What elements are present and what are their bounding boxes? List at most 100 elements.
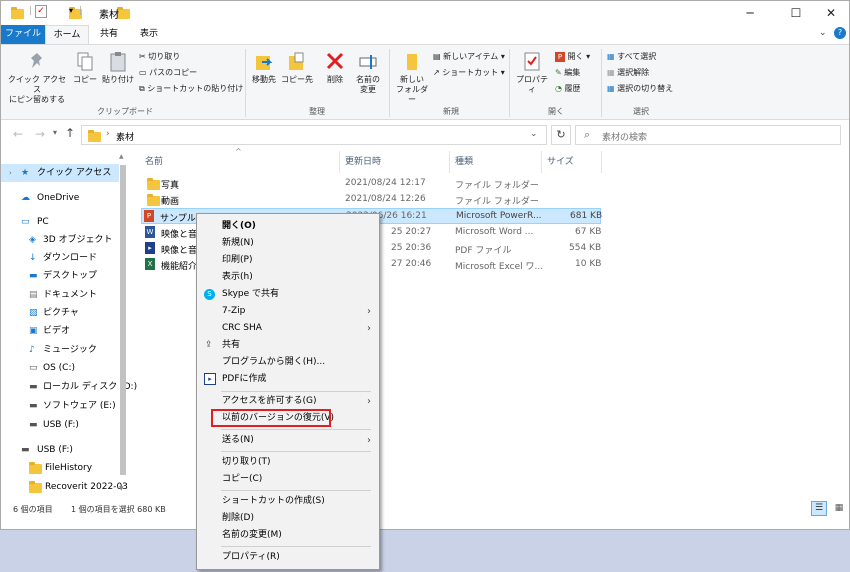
close-button[interactable]: ✕ [816,4,846,22]
edit-icon: ✎ [555,68,565,77]
cube-icon: ◈ [29,235,36,245]
menu-item-crc-sha[interactable]: CRC SHA › [197,320,379,337]
menu-item-open-with[interactable]: プログラムから開く(H)... [197,354,379,371]
back-arrow-icon[interactable]: ← [13,127,23,141]
new-item-button[interactable]: ▤ 新しいアイテム ▾ [433,51,505,62]
column-header-date[interactable]: 更新日時 [345,154,381,167]
menu-item-cut[interactable]: 切り取り(T) [197,454,379,471]
refresh-icon[interactable]: ↻ [551,125,571,145]
column-header-name[interactable]: 名前 [145,154,163,167]
menu-item-give-access-label: アクセスを許可する(G) [222,396,317,406]
music-note-icon: ♪ [29,345,35,355]
copy-button[interactable]: コピー [73,51,97,85]
move-to-button[interactable]: 移動先 [249,51,279,85]
easy-access-button[interactable]: ↗ ショートカット ▾ [433,67,505,78]
tab-file[interactable]: ファイル [1,25,45,44]
pin-quick-access-button[interactable]: クイック アクセス にピン留めする [5,51,69,105]
tab-share[interactable]: 共有 [91,25,127,44]
nav-item-quick-access[interactable]: › ★ クイック アクセス [1,164,119,182]
tab-view[interactable]: 表示 [131,25,167,44]
search-box[interactable]: ⌕ 素材の検索 [575,125,841,145]
column-header-type[interactable]: 種類 [455,154,473,167]
collapse-chevron-icon[interactable]: › [9,164,12,182]
menu-item-7zip[interactable]: 7-Zip › [197,303,379,320]
group-divider [509,49,510,117]
shortcut-label: ショートカット [442,68,499,77]
powerpoint-icon: P [555,52,565,62]
menu-item-skype[interactable]: S Skype で共有 [197,286,379,303]
invert-selection-button[interactable]: ▦ 選択の切り替え [607,83,673,94]
column-divider[interactable] [339,151,340,173]
copy-path-button[interactable]: ▭ パスのコピー [139,67,197,78]
open-button[interactable]: P 開く ▾ [555,51,590,62]
delete-button[interactable]: 削除 [321,51,349,85]
customize-toolbar-icon[interactable]: ▾ [69,6,73,15]
menu-item-give-access[interactable]: アクセスを許可する(G) › [197,393,379,410]
column-divider[interactable] [541,151,542,173]
history-button[interactable]: ◔ 履歴 [555,83,581,94]
menu-item-send-to[interactable]: 送る(N) › [197,432,379,449]
paste-shortcut-button[interactable]: ⧉ ショートカットの貼り付け [139,83,243,94]
menu-item-properties[interactable]: プロパティ(R) [197,549,379,566]
edit-button[interactable]: ✎ 編集 [555,67,580,78]
details-view-icon[interactable]: ☰ [811,501,827,516]
context-menu: 開く(O) 新規(N) 印刷(P) 表示(h) S Skype で共有 7-Zi… [196,213,380,570]
menu-item-show[interactable]: 表示(h) [197,269,379,286]
forward-arrow-icon[interactable]: → [35,127,45,141]
column-divider[interactable] [601,151,602,173]
group-divider [389,49,390,117]
scroll-thumb[interactable] [120,165,126,475]
file-name: 機能紹介 [161,262,198,272]
select-all-button[interactable]: ▦ すべて選択 [607,51,656,62]
rename-button[interactable]: 名前の 変更 [351,51,385,95]
copy-label: コピー [73,75,97,84]
column-divider[interactable] [449,151,450,173]
address-bar[interactable]: › 素材 ⌄ [81,125,547,145]
menu-item-print[interactable]: 印刷(P) [197,252,379,269]
expand-ribbon-icon[interactable]: ⌄ [819,28,827,38]
new-folder-button[interactable]: 新しい フォルダー [393,51,431,105]
new-item-label: 新しいアイテム [443,52,499,61]
copy-to-button[interactable]: コピー先 [281,51,313,85]
select-none-button[interactable]: ▦ 選択解除 [607,67,649,78]
new-folder-label: 新しい フォルダー [396,75,428,104]
minimize-button[interactable]: ─ [735,4,765,22]
file-size: 681 KB [570,211,603,221]
up-arrow-icon[interactable]: ↑ [65,126,75,140]
menu-item-copy[interactable]: コピー(C) [197,471,379,488]
new-item-icon: ▤ [433,52,444,61]
scroll-down-icon[interactable]: ▼ [119,485,124,492]
file-size: 554 KB [569,243,602,253]
folder-icon [29,481,42,493]
column-header-size[interactable]: サイズ [547,154,574,167]
folder-icon [88,130,101,142]
recent-locations-icon[interactable]: ▾ [53,128,57,137]
nav-label: デスクトップ [43,271,98,281]
menu-item-share[interactable]: ⇪ 共有 [197,337,379,354]
menu-item-create-shortcut[interactable]: ショートカットの作成(S) [197,493,379,510]
new-folder-icon [407,54,417,70]
select-group-label: 選択 [633,107,649,116]
address-dropdown-icon[interactable]: ⌄ [530,129,538,139]
menu-item-open[interactable]: 開く(O) [197,218,379,235]
menu-item-new[interactable]: 新規(N) [197,235,379,252]
search-icon: ⌕ [584,128,591,141]
open-group-label: 開く [548,107,564,116]
file-row[interactable]: 写真 2021/08/24 12:17 ファイル フォルダー [141,176,601,192]
highlight-box [211,409,331,427]
menu-item-create-pdf[interactable]: ▸ PDFに作成 [197,371,379,388]
properties-icon[interactable]: ✓ [35,5,47,18]
maximize-button[interactable]: ☐ [781,4,811,22]
scroll-up-icon[interactable]: ▲ [119,153,124,160]
tab-home[interactable]: ホーム [45,25,89,44]
menu-item-delete[interactable]: 削除(D) [197,510,379,527]
file-row[interactable]: 動画 2021/08/24 12:26 ファイル フォルダー [141,192,601,208]
menu-item-rename[interactable]: 名前の変更(M) [197,527,379,544]
large-icons-view-icon[interactable]: ▦ [831,501,847,516]
nav-scrollbar[interactable]: ▲ ▼ [119,153,127,496]
cut-button[interactable]: ✂ 切り取り [139,51,180,62]
properties-button[interactable]: プロパティ [513,51,551,95]
paste-button[interactable]: 貼り付け [101,51,135,85]
breadcrumb-current[interactable]: 素材 [116,130,134,143]
help-icon[interactable]: ? [834,27,846,39]
